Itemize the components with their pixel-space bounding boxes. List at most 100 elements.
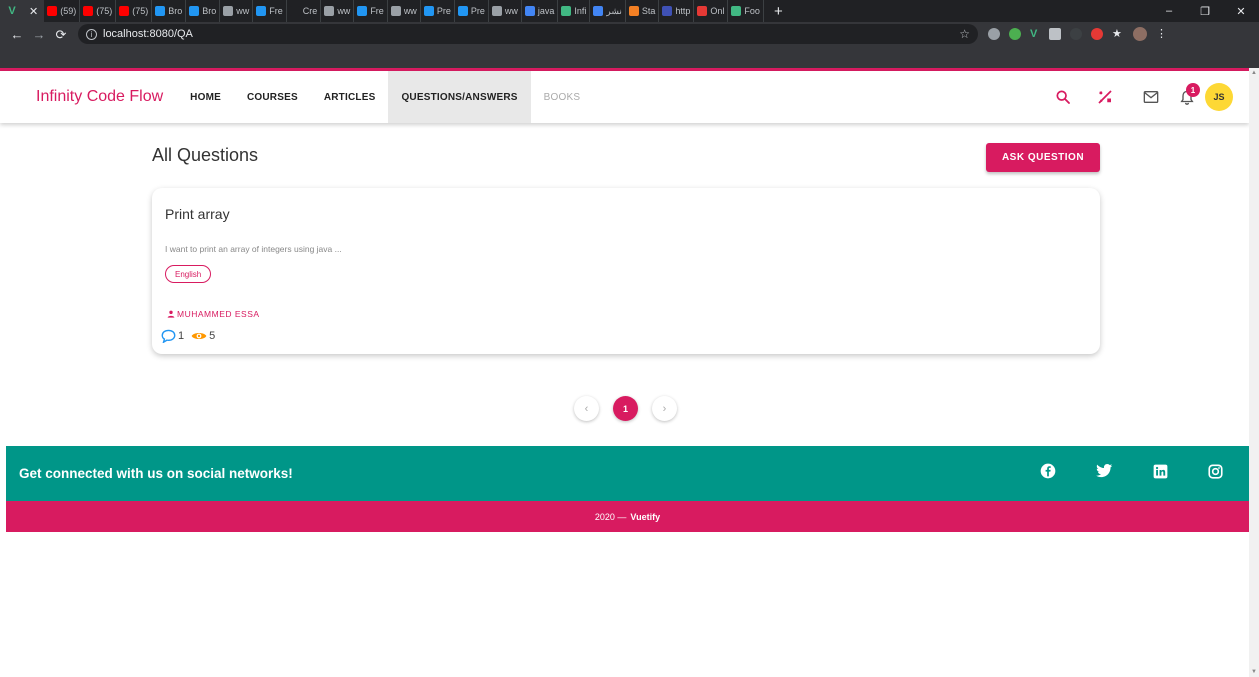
menu-kebab-icon[interactable]: ⋮ xyxy=(1156,28,1167,40)
forward-button[interactable]: → xyxy=(28,27,50,42)
notification-badge: 1 xyxy=(1186,83,1200,97)
back-button[interactable]: ← xyxy=(6,27,28,42)
browser-tab[interactable]: Fre xyxy=(354,0,388,22)
window-controls: – ❐ ✕ xyxy=(1151,0,1259,22)
browser-tab[interactable]: نشر xyxy=(590,0,626,22)
vue-devtools-icon[interactable]: V xyxy=(1030,28,1040,40)
extension-icons: V ★ ⋮ xyxy=(988,27,1167,41)
browser-tab-active[interactable]: V ✕ xyxy=(0,0,45,22)
instagram-icon[interactable] xyxy=(1208,463,1223,484)
browser-tab[interactable]: Onl xyxy=(694,0,729,22)
tab-title: http xyxy=(675,6,691,16)
avatar[interactable]: JS xyxy=(1205,83,1233,111)
browser-toolbar: ← → ⟳ i localhost:8080/QA ☆ V ★ ⋮ xyxy=(0,22,1259,68)
tab-favicon-icon xyxy=(628,6,639,16)
question-author[interactable]: MUHAMMED ESSA xyxy=(167,309,260,319)
tab-favicon-icon xyxy=(423,6,434,16)
browser-tab[interactable]: Fre xyxy=(253,0,287,22)
person-icon xyxy=(167,310,175,318)
bell-icon[interactable]: 1 xyxy=(1171,81,1203,113)
tab-favicon-icon xyxy=(524,6,535,16)
pagination-prev-button[interactable]: ‹ xyxy=(574,396,599,421)
browser-tab[interactable]: Bro xyxy=(186,0,221,22)
extension-dim-icon[interactable] xyxy=(1070,28,1082,40)
pagination-page-1[interactable]: 1 xyxy=(613,396,638,421)
tab-title: Fre xyxy=(370,6,384,16)
browser-tab[interactable]: (59) xyxy=(44,0,81,22)
close-window-button[interactable]: ✕ xyxy=(1223,0,1259,22)
info-icon[interactable]: i xyxy=(86,28,97,40)
tab-title: (75) xyxy=(132,6,149,16)
page-scrollbar[interactable]: ▲ ▼ xyxy=(1249,68,1259,677)
browser-tab[interactable]: Foo xyxy=(728,0,764,22)
browser-tab[interactable]: (75) xyxy=(80,0,117,22)
restore-button[interactable]: ❐ xyxy=(1187,0,1223,22)
extension-shield-icon[interactable] xyxy=(988,28,1000,40)
pagination-next-button[interactable]: › xyxy=(652,396,677,421)
question-title[interactable]: Print array xyxy=(165,206,230,222)
extension-green-icon[interactable] xyxy=(1009,28,1021,40)
tab-favicon-icon xyxy=(662,6,673,16)
tools-icon[interactable] xyxy=(1089,81,1121,113)
tab-favicon-icon xyxy=(223,6,234,16)
minimize-button[interactable]: – xyxy=(1151,0,1187,22)
pagination: ‹ 1 › xyxy=(574,396,677,421)
twitter-icon[interactable] xyxy=(1096,464,1113,483)
scroll-down-icon[interactable]: ▼ xyxy=(1251,669,1257,675)
browser-tab[interactable]: Sta xyxy=(626,0,660,22)
tab-title: Foo xyxy=(744,6,760,16)
ask-question-button[interactable]: ASK QUESTION xyxy=(986,143,1100,172)
browser-tab[interactable]: Pre xyxy=(455,0,489,22)
address-bar[interactable]: i localhost:8080/QA ☆ xyxy=(78,24,978,44)
view-count: 5 xyxy=(209,330,216,342)
nav-home[interactable]: HOME xyxy=(177,71,234,123)
tab-favicon-icon xyxy=(697,6,708,16)
nav-questions-answers[interactable]: QUESTIONS/ANSWERS xyxy=(388,71,531,123)
browser-tab[interactable]: Bro xyxy=(152,0,187,22)
browser-tab[interactable]: ww xyxy=(321,0,355,22)
nav-books[interactable]: BOOKS xyxy=(531,71,594,123)
close-tab-icon[interactable]: ✕ xyxy=(29,5,38,18)
tab-title: ww xyxy=(337,6,351,16)
eye-icon xyxy=(191,330,207,342)
nav-articles[interactable]: ARTICLES xyxy=(311,71,389,123)
search-icon[interactable] xyxy=(1047,81,1079,113)
browser-tabs: (59) (75) (75) Bro Bro ww Fre Cre ww Fre ww Pre Pre w… xyxy=(44,0,764,22)
linkedin-icon[interactable] xyxy=(1153,464,1168,484)
browser-tab[interactable]: (75) xyxy=(116,0,153,22)
question-card[interactable]: Print array I want to print an array of … xyxy=(152,188,1100,354)
browser-tab[interactable]: http xyxy=(659,0,695,22)
browser-tab[interactable]: Pre xyxy=(421,0,455,22)
tab-title: ww xyxy=(236,6,250,16)
page-title: All Questions xyxy=(152,145,259,165)
browser-tab[interactable]: Cre xyxy=(287,0,322,22)
tab-title: Cre xyxy=(302,6,318,16)
extensions-puzzle-icon[interactable]: ★ xyxy=(1112,28,1124,40)
reload-button[interactable]: ⟳ xyxy=(50,27,72,43)
footer-social-bar: Get connected with us on social networks… xyxy=(6,446,1249,501)
extension-box-icon[interactable] xyxy=(1049,28,1061,40)
browser-tab[interactable]: java xyxy=(522,0,559,22)
tab-favicon-icon xyxy=(47,6,58,16)
brand-title[interactable]: Infinity Code Flow xyxy=(36,88,163,106)
browser-tab[interactable]: Infi xyxy=(558,0,591,22)
profile-icon[interactable] xyxy=(1133,27,1147,41)
tab-favicon-icon xyxy=(324,6,335,16)
browser-tab[interactable]: ww xyxy=(220,0,254,22)
nav-courses[interactable]: COURSES xyxy=(234,71,311,123)
tab-favicon-icon xyxy=(561,6,572,16)
new-tab-button[interactable]: + xyxy=(764,3,793,20)
header-actions: 1 JS xyxy=(1043,81,1233,113)
browser-tab[interactable]: ww xyxy=(388,0,421,22)
scroll-up-icon[interactable]: ▲ xyxy=(1251,70,1257,76)
tab-title: Bro xyxy=(202,6,217,16)
tab-favicon-icon xyxy=(457,6,468,16)
tab-favicon-icon xyxy=(189,6,200,16)
mail-icon[interactable] xyxy=(1135,81,1167,113)
browser-tab[interactable]: ww xyxy=(489,0,522,22)
facebook-icon[interactable] xyxy=(1040,463,1056,484)
tag-chip[interactable]: English xyxy=(165,265,212,283)
vue-icon: V xyxy=(8,5,16,17)
bookmark-star-icon[interactable]: ☆ xyxy=(959,27,970,41)
adblock-icon[interactable] xyxy=(1091,28,1103,40)
